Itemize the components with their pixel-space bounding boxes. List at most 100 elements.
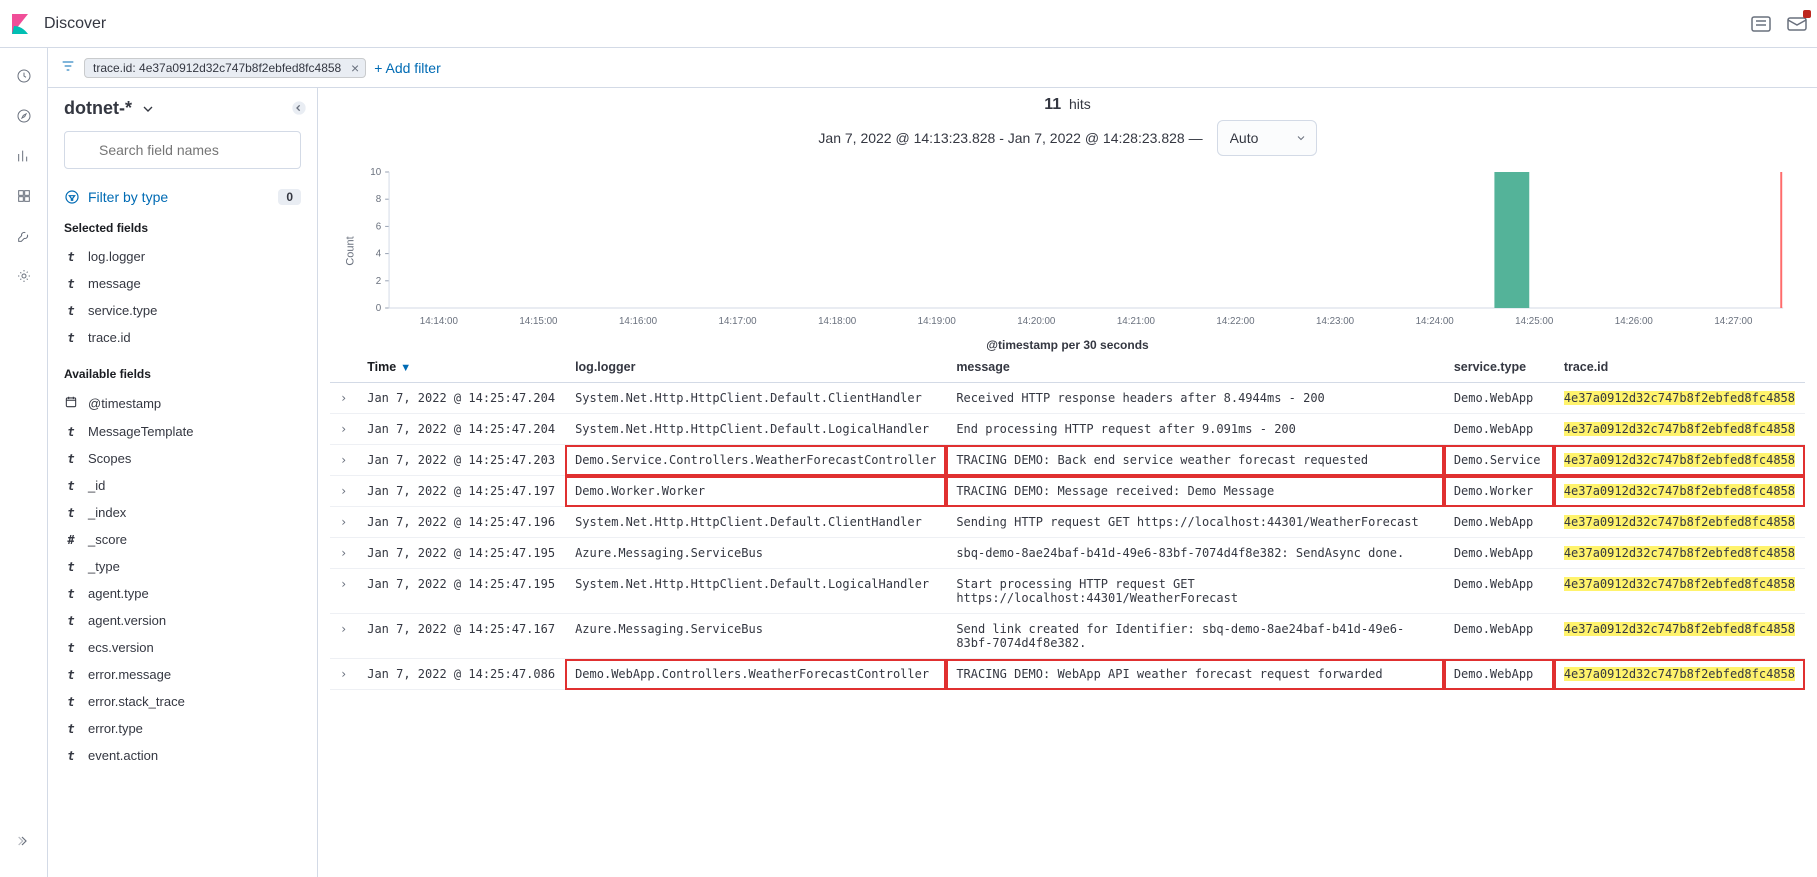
cell-service: Demo.WebApp [1444, 569, 1554, 614]
nav-visualize-icon[interactable] [8, 140, 40, 172]
nav-dashboard-icon[interactable] [8, 180, 40, 212]
cell-service: Demo.WebApp [1444, 614, 1554, 659]
field-item[interactable]: tagent.version [64, 607, 301, 634]
field-type-icon [64, 395, 78, 412]
field-item[interactable]: tecs.version [64, 634, 301, 661]
nav-discover-icon[interactable] [8, 100, 40, 132]
svg-text:14:27:00: 14:27:00 [1714, 316, 1753, 327]
nav-management-icon[interactable] [8, 260, 40, 292]
field-search-input[interactable] [64, 131, 301, 169]
svg-text:14:14:00: 14:14:00 [420, 316, 459, 327]
expand-row-icon[interactable]: › [330, 538, 357, 569]
expand-row-icon[interactable]: › [330, 414, 357, 445]
field-type-icon: t [64, 749, 78, 763]
field-type-icon [64, 533, 78, 547]
col-header-service[interactable]: service.type [1444, 352, 1554, 383]
expand-row-icon[interactable]: › [330, 569, 357, 614]
col-header-logger[interactable]: log.logger [565, 352, 946, 383]
svg-text:14:22:00: 14:22:00 [1216, 316, 1255, 327]
field-item[interactable]: t trace.id [64, 324, 301, 351]
field-name: _score [88, 532, 127, 547]
field-type-icon: t [64, 331, 78, 345]
field-name: message [88, 276, 141, 291]
expand-row-icon[interactable]: › [330, 383, 357, 414]
hits-table: Time▼ log.logger message service.type tr… [330, 352, 1805, 690]
field-item[interactable]: t_index [64, 499, 301, 526]
field-item[interactable]: @timestamp [64, 389, 301, 418]
histogram-chart[interactable]: Count024681014:14:0014:15:0014:16:0014:1… [318, 166, 1817, 352]
col-header-time[interactable]: Time▼ [357, 352, 565, 383]
cell-logger: Azure.Messaging.ServiceBus [565, 614, 946, 659]
field-type-icon: t [64, 304, 78, 318]
chevron-down-icon [140, 101, 156, 117]
field-item[interactable]: tservice.type [64, 297, 301, 324]
index-pattern-selector[interactable]: dotnet-* [64, 98, 301, 119]
filter-pill-close-icon[interactable]: × [351, 60, 359, 76]
cell-trace: 4e37a0912d32c747b8f2ebfed8fc4858 [1554, 569, 1805, 614]
add-filter-button[interactable]: + Add filter [374, 60, 441, 76]
field-item[interactable]: _score [64, 526, 301, 553]
filter-bar: trace.id: 4e37a0912d32c747b8f2ebfed8fc48… [48, 48, 1817, 88]
svg-text:14:24:00: 14:24:00 [1416, 316, 1455, 327]
field-name: _type [88, 559, 120, 574]
nav-recent-icon[interactable] [8, 60, 40, 92]
cell-time: Jan 7, 2022 @ 14:25:47.086 [357, 659, 565, 690]
field-item[interactable]: tlog.logger [64, 243, 301, 270]
expand-row-icon[interactable]: › [330, 659, 357, 690]
svg-text:Count: Count [345, 236, 357, 265]
field-item[interactable]: terror.message [64, 661, 301, 688]
field-name: agent.type [88, 586, 149, 601]
kibana-logo[interactable] [8, 12, 32, 36]
field-item[interactable]: tMessageTemplate [64, 418, 301, 445]
svg-text:14:20:00: 14:20:00 [1017, 316, 1056, 327]
field-item[interactable]: t_type [64, 553, 301, 580]
available-fields-heading: Available fields [64, 367, 301, 381]
field-item[interactable]: terror.type [64, 715, 301, 742]
nav-devtools-icon[interactable] [8, 220, 40, 252]
col-header-message[interactable]: message [946, 352, 1444, 383]
table-row: ›Jan 7, 2022 @ 14:25:47.086Demo.WebApp.C… [330, 659, 1805, 690]
cell-message: Start processing HTTP request GET https:… [946, 569, 1444, 614]
filter-by-type-button[interactable]: Filter by type 0 [64, 189, 301, 205]
panel-collapse-icon[interactable] [291, 100, 307, 119]
field-name: error.message [88, 667, 171, 682]
expand-row-icon[interactable]: › [330, 476, 357, 507]
field-name: trace.id [88, 330, 131, 345]
svg-text:2: 2 [376, 276, 381, 287]
cell-time: Jan 7, 2022 @ 14:25:47.195 [357, 538, 565, 569]
cell-trace: 4e37a0912d32c747b8f2ebfed8fc4858 [1554, 414, 1805, 445]
field-type-icon: t [64, 695, 78, 709]
table-row: ›Jan 7, 2022 @ 14:25:47.197Demo.Worker.W… [330, 476, 1805, 507]
field-item[interactable]: t_id [64, 472, 301, 499]
cell-time: Jan 7, 2022 @ 14:25:47.203 [357, 445, 565, 476]
interval-select[interactable]: Auto [1217, 120, 1317, 156]
field-item[interactable]: terror.stack_trace [64, 688, 301, 715]
field-item[interactable]: t agent.type [64, 580, 301, 607]
field-type-icon: t [64, 587, 78, 601]
cell-time: Jan 7, 2022 @ 14:25:47.195 [357, 569, 565, 614]
news-icon[interactable] [1749, 12, 1773, 36]
nav-collapse-icon[interactable] [8, 825, 40, 857]
expand-row-icon[interactable]: › [330, 507, 357, 538]
cell-time: Jan 7, 2022 @ 14:25:47.204 [357, 383, 565, 414]
cell-logger: System.Net.Http.HttpClient.Default.Logic… [565, 569, 946, 614]
filter-pill[interactable]: trace.id: 4e37a0912d32c747b8f2ebfed8fc48… [84, 58, 366, 78]
svg-text:14:26:00: 14:26:00 [1615, 316, 1654, 327]
expand-row-icon[interactable]: › [330, 614, 357, 659]
cell-service: Demo.WebApp [1444, 383, 1554, 414]
field-item[interactable]: tevent.action [64, 742, 301, 769]
mail-icon[interactable] [1785, 12, 1809, 36]
cell-logger: System.Net.Http.HttpClient.Default.Logic… [565, 414, 946, 445]
svg-text:14:15:00: 14:15:00 [519, 316, 558, 327]
sort-desc-icon: ▼ [400, 362, 411, 374]
filter-settings-icon[interactable] [60, 58, 76, 77]
field-item[interactable]: tScopes [64, 445, 301, 472]
svg-text:6: 6 [376, 221, 382, 232]
cell-message: Sending HTTP request GET https://localho… [946, 507, 1444, 538]
col-header-trace[interactable]: trace.id [1554, 352, 1805, 383]
expand-row-icon[interactable]: › [330, 445, 357, 476]
hit-count: 11 [1044, 96, 1061, 113]
cell-trace: 4e37a0912d32c747b8f2ebfed8fc4858 [1554, 538, 1805, 569]
field-item[interactable]: tmessage [64, 270, 301, 297]
left-nav [0, 48, 48, 877]
